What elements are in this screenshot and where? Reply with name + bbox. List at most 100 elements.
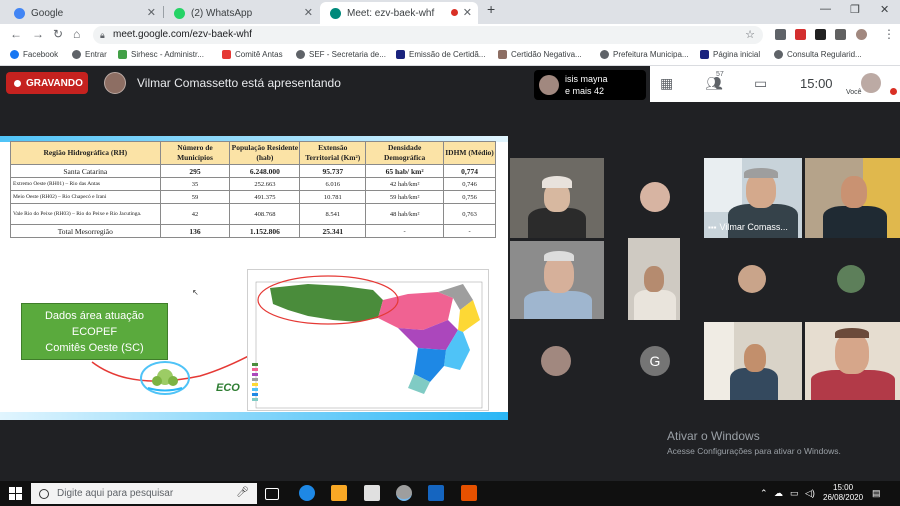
globe-icon	[72, 50, 81, 59]
file-explorer-icon[interactable]	[331, 485, 347, 501]
google-favicon-icon	[14, 7, 25, 19]
bookmark-emissao-certidao[interactable]: Emissão de Certidã...	[396, 50, 485, 59]
bookmark-pagina-inicial[interactable]: Página inicial	[700, 50, 760, 59]
extension-icon[interactable]	[815, 29, 826, 40]
presentation-app-icon[interactable]	[461, 485, 477, 501]
eco-logo-text: ECO	[216, 382, 240, 394]
reload-icon[interactable]: ↻	[53, 27, 63, 41]
video-tile-avatar[interactable]	[607, 158, 701, 238]
participant-face	[841, 176, 867, 208]
recording-dot-icon	[451, 9, 458, 16]
bookmark-facebook[interactable]: Facebook	[10, 50, 58, 59]
video-tile[interactable]	[510, 158, 604, 238]
windows-start-icon[interactable]	[9, 487, 22, 500]
video-tile[interactable]	[805, 158, 900, 238]
lock-icon: 🔒︎	[100, 30, 105, 40]
recording-badge: GRAVANDO	[6, 72, 88, 94]
close-tab-icon[interactable]: ✕	[147, 6, 156, 19]
participant-face	[744, 344, 766, 372]
cloud-icon[interactable]: ☁	[774, 488, 783, 499]
volume-icon[interactable]: ◁)	[805, 488, 815, 499]
participant-hair	[544, 251, 574, 261]
bookmark-entrar[interactable]: Entrar	[72, 50, 107, 59]
url-text: meet.google.com/ezv-baek-whf	[113, 29, 252, 40]
mouse-cursor-icon: ↖	[192, 288, 199, 297]
participant-hair	[835, 328, 869, 338]
extension-icon[interactable]	[775, 29, 786, 40]
mic-off-indicator-icon	[890, 88, 897, 95]
bookmark-sef[interactable]: SEF - Secretaria de...	[296, 50, 386, 59]
notification-icon[interactable]: ▤	[872, 488, 881, 499]
star-icon[interactable]: ☆	[745, 26, 755, 44]
store-icon[interactable]	[364, 485, 380, 501]
taskbar-search-input[interactable]: Digite aqui para pesquisar 🎤︎	[31, 483, 257, 504]
participant-avatar	[539, 75, 559, 95]
video-tile[interactable]	[704, 322, 802, 400]
chrome-icon[interactable]	[396, 485, 412, 501]
globe-icon	[296, 50, 305, 59]
comite-icon	[222, 50, 231, 59]
participant-body	[823, 206, 887, 238]
chat-icon[interactable]: ▭	[754, 75, 767, 92]
close-window-icon[interactable]: ✕	[880, 3, 889, 16]
video-tile[interactable]	[628, 238, 680, 320]
edge-browser-icon[interactable]	[299, 485, 315, 501]
bookmark-prefeitura[interactable]: Prefeitura Municipa...	[600, 50, 689, 59]
tab-whatsapp[interactable]: (2) WhatsApp ✕	[164, 2, 319, 24]
task-view-icon[interactable]	[265, 488, 279, 500]
maximize-icon[interactable]: ❐	[850, 3, 860, 16]
forward-arrow-icon[interactable]: →	[32, 27, 44, 41]
minimize-icon[interactable]: —	[820, 3, 831, 15]
address-bar[interactable]: 🔒︎ meet.google.com/ezv-baek-whf ☆	[93, 26, 763, 44]
video-tile[interactable]	[805, 322, 900, 400]
meet-top-bar: GRAVANDO Vilmar Comassetto está apresent…	[0, 66, 900, 102]
participant-body	[730, 368, 778, 400]
windows-taskbar: Digite aqui para pesquisar 🎤︎ ⌃ ☁ ▭ ◁) 1…	[0, 481, 900, 506]
bookmark-comite-antas[interactable]: Comitê Antas	[222, 50, 283, 59]
participant-avatar	[541, 346, 571, 376]
globe-icon	[774, 50, 783, 59]
letter-avatar: G	[640, 346, 670, 376]
bookmark-consulta-regularidade[interactable]: Consulta Regularid...	[774, 50, 862, 59]
tab-google[interactable]: Google ✕	[4, 2, 162, 24]
profile-avatar-icon[interactable]	[856, 29, 867, 40]
video-tile[interactable]	[510, 241, 604, 319]
layout-grid-icon[interactable]: ▦	[660, 75, 673, 92]
home-icon[interactable]: ⌂	[73, 27, 80, 41]
self-avatar[interactable]	[861, 73, 881, 93]
tab-title: (2) WhatsApp	[191, 7, 253, 19]
video-tile-avatar[interactable]	[805, 241, 900, 319]
tab-meet[interactable]: Meet: ezv-baek-whf ✕	[320, 2, 478, 24]
new-tab-plus-icon[interactable]: +	[487, 1, 495, 17]
participant-body	[528, 208, 586, 238]
video-tile-vilmar[interactable]: ▪▪▪ Vilmar Comass...	[704, 158, 802, 238]
meet-controls: ▦ 👥︎ 57 ▭ 15:00 Você	[650, 66, 900, 102]
word-icon[interactable]	[428, 485, 444, 501]
microphone-icon[interactable]: 🎤︎	[236, 487, 249, 498]
search-icon	[39, 488, 49, 499]
tray-chevron-icon[interactable]: ⌃	[760, 488, 768, 499]
santa-catarina-map	[247, 269, 489, 411]
whatsapp-favicon-icon	[174, 7, 185, 19]
shield-extension-icon[interactable]	[795, 29, 806, 40]
puzzle-icon[interactable]	[835, 29, 846, 40]
video-tile-avatar[interactable]	[510, 322, 604, 400]
map-legend	[252, 362, 312, 402]
bookmark-certidao-negativa[interactable]: Certidão Negativa...	[498, 50, 582, 59]
back-arrow-icon[interactable]: ←	[10, 27, 22, 41]
activate-windows-title: Ativar o Windows	[667, 429, 760, 443]
menu-dots-icon[interactable]: ⋮	[883, 27, 895, 41]
presenting-notice: Vilmar Comassetto está apresentando	[137, 76, 341, 90]
audio-level-icon: ▪▪▪	[708, 222, 717, 232]
bookmarks-bar: Facebook Entrar Sirhesc - Administr... C…	[0, 46, 900, 66]
tab-title: Google	[31, 7, 64, 19]
video-tile-avatar[interactable]	[704, 241, 802, 319]
network-icon[interactable]: ▭	[790, 488, 799, 499]
close-tab-icon[interactable]: ✕	[304, 6, 313, 19]
participant-chip[interactable]: isis mayna e mais 42	[534, 70, 646, 100]
participant-body	[811, 370, 895, 400]
facebook-icon	[10, 50, 19, 59]
taskbar-clock[interactable]: 15:00 26/08/2020	[823, 483, 863, 503]
close-tab-icon[interactable]: ✕	[463, 6, 472, 19]
bookmark-sirhesc[interactable]: Sirhesc - Administr...	[118, 50, 204, 59]
